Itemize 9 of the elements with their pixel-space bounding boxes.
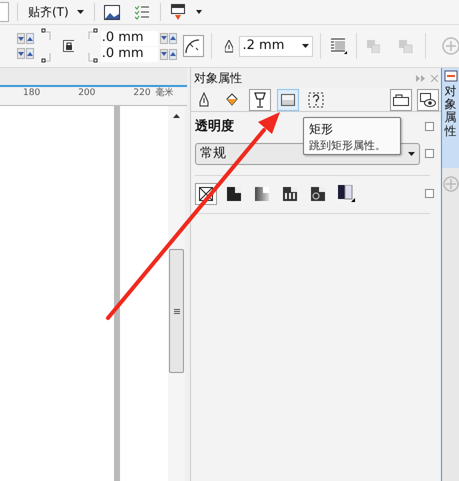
docker-tab-label: 对象属性 (444, 85, 456, 138)
panel-title: 对象属性 (194, 70, 242, 87)
ruler-label: 200 (78, 87, 96, 100)
ruler-label: 180 (23, 87, 40, 100)
tooltip-title: 矩形 (309, 121, 334, 138)
tooltip-text: 跳到矩形属性。 (309, 138, 387, 154)
ruler-label: 220 (133, 87, 151, 100)
ruler-unit: 毫米 (156, 87, 174, 100)
section-title: 透明度 (195, 118, 234, 136)
